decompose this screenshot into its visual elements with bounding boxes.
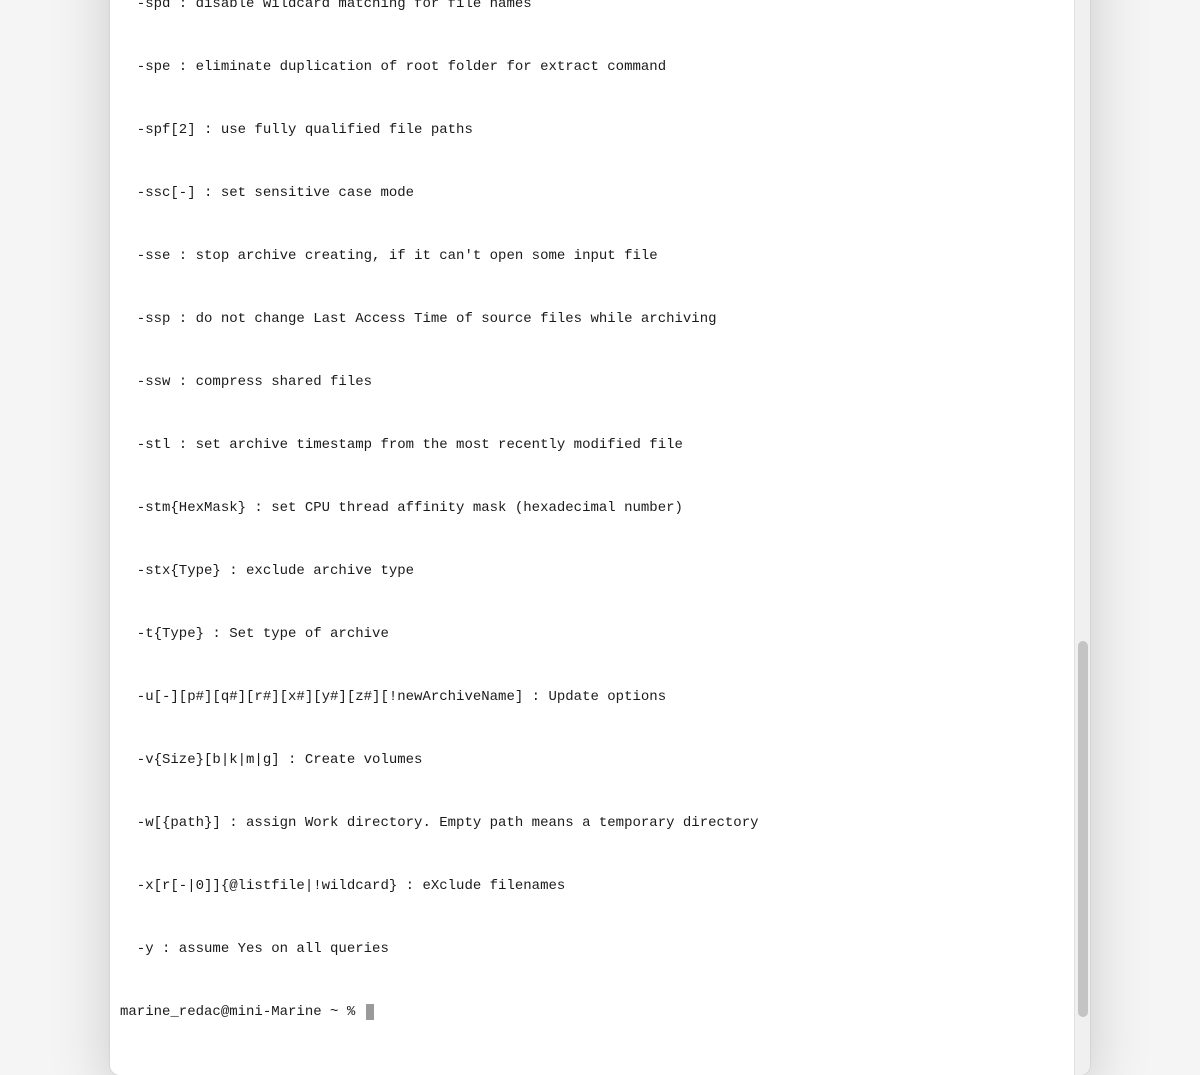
scroll-thumb[interactable]: [1078, 641, 1088, 1016]
terminal-line: -y : assume Yes on all queries: [120, 939, 1064, 960]
terminal-line: -v{Size}[b|k|m|g] : Create volumes: [120, 750, 1064, 771]
terminal-line: -spe : eliminate duplication of root fol…: [120, 57, 1064, 78]
terminal-line: -sse : stop archive creating, if it can'…: [120, 246, 1064, 267]
terminal-line: -stl : set archive timestamp from the mo…: [120, 435, 1064, 456]
terminal-line: -u[-][p#][q#][r#][x#][y#][z#][!newArchiv…: [120, 687, 1064, 708]
cursor: [366, 1004, 374, 1020]
prompt-line[interactable]: marine_redac@mini-Marine ~ %: [120, 1002, 1064, 1023]
terminal-line: -spf[2] : use fully qualified file paths: [120, 120, 1064, 141]
terminal-line: -ssc[-] : set sensitive case mode: [120, 183, 1064, 204]
terminal-line: -stm{HexMask} : set CPU thread affinity …: [120, 498, 1064, 519]
terminal-line: -t{Type} : Set type of archive: [120, 624, 1064, 645]
terminal-body[interactable]: -snh : store hard links as links -snl : …: [110, 0, 1074, 1075]
body-wrap: -snh : store hard links as links -snl : …: [110, 0, 1090, 1075]
terminal-line: -spd : disable wildcard matching for fil…: [120, 0, 1064, 15]
terminal-line: -stx{Type} : exclude archive type: [120, 561, 1064, 582]
terminal-line: -w[{path}] : assign Work directory. Empt…: [120, 813, 1064, 834]
scrollbar[interactable]: [1074, 0, 1090, 1075]
terminal-line: -ssw : compress shared files: [120, 372, 1064, 393]
terminal-line: -x[r[-|0]]{@listfile|!wildcard} : eXclud…: [120, 876, 1064, 897]
terminal-window: marine_redac — -zsh — 99×22 -snh : store…: [110, 0, 1090, 1075]
prompt-text: marine_redac@mini-Marine ~ %: [120, 1002, 364, 1023]
terminal-line: -ssp : do not change Last Access Time of…: [120, 309, 1064, 330]
